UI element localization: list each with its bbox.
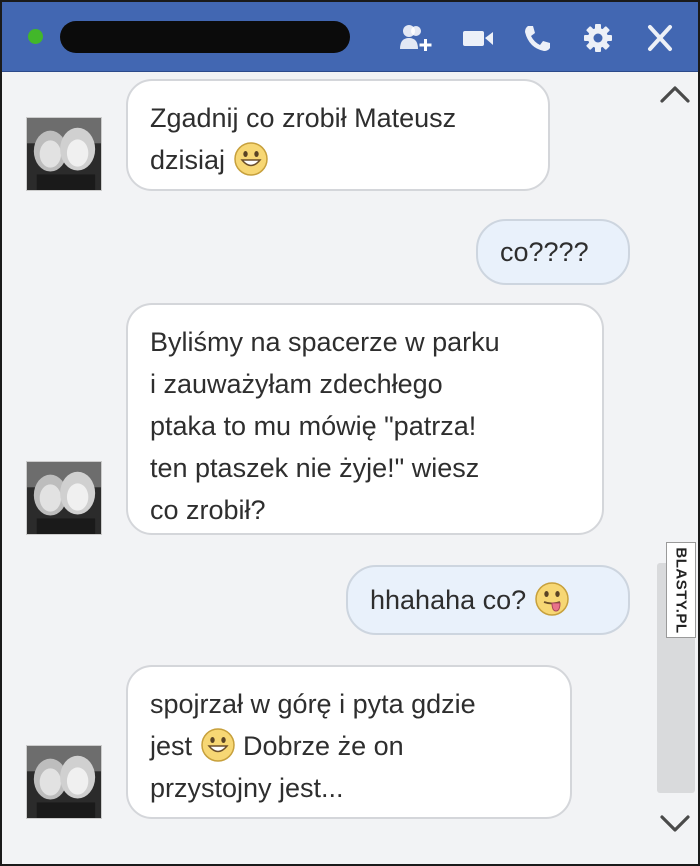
message-text: hhahaha co? [370,585,534,615]
blasty-watermark: BLASTY.PL [666,542,696,638]
chat-header [2,2,698,72]
smile-emoji-icon [200,727,236,763]
message-line: co???? [500,231,606,273]
gear-icon[interactable] [580,22,616,54]
message-text: Byliśmy na spacerze w parku [150,327,500,357]
message-bubble-outgoing: hhahaha co? [346,565,630,635]
message-text: co zrobił? [150,495,266,525]
message-text: ptaka to mu mówię "patrza! [150,411,477,441]
watermark-text: BLASTY.PL [672,546,690,634]
scroll-down-chevron-icon[interactable] [658,811,692,837]
message-line: i zauważyłam zdechłego [150,363,580,405]
message-line: Byliśmy na spacerze w parku [150,321,580,363]
message-text: Zgadnij co zrobił Mateusz [150,103,457,133]
message-line: dzisiaj [150,139,526,181]
message-text: dzisiaj [150,145,233,175]
contact-avatar[interactable] [26,745,102,819]
video-camera-icon[interactable] [460,22,496,54]
chat-window: Zgadnij co zrobił Mateusz dzisiaj co???? [0,0,700,866]
message-line: Zgadnij co zrobił Mateusz [150,97,526,139]
message-text: jest [150,731,200,761]
message-bubble-outgoing: co???? [476,219,630,285]
message-bubble-incoming: spojrzał w górę i pyta gdzie jest Dobrze… [126,665,572,819]
message-text: i zauważyłam zdechłego [150,369,443,399]
message-line: ten ptaszek nie żyje!" wiesz [150,447,580,489]
add-person-icon[interactable] [398,22,434,54]
message-list[interactable]: Zgadnij co zrobił Mateusz dzisiaj co???? [2,73,698,864]
message-line: ptaka to mu mówię "patrza! [150,405,580,447]
online-status-dot [28,29,43,44]
message-line: co zrobił? [150,489,580,531]
message-text: co???? [500,237,589,267]
contact-avatar[interactable] [26,117,102,191]
message-line: spojrzał w górę i pyta gdzie [150,683,548,725]
scroll-up-chevron-icon[interactable] [658,81,692,107]
redacted-contact-name[interactable] [60,21,350,53]
smile-emoji-icon [233,141,269,177]
close-icon[interactable] [642,22,678,54]
message-bubble-incoming: Byliśmy na spacerze w parku i zauważyłam… [126,303,604,535]
message-text: spojrzał w górę i pyta gdzie [150,689,476,719]
message-line: przystojny jest... [150,767,548,809]
message-text: ten ptaszek nie żyje!" wiesz [150,453,480,483]
message-line: hhahaha co? [370,579,606,621]
message-text: przystojny jest... [150,773,344,803]
contact-avatar[interactable] [26,461,102,535]
tongue-emoji-icon [534,581,570,617]
message-line: jest Dobrze że on [150,725,548,767]
phone-icon[interactable] [520,22,556,54]
message-text: Dobrze że on [235,731,404,761]
message-bubble-incoming: Zgadnij co zrobił Mateusz dzisiaj [126,79,550,191]
